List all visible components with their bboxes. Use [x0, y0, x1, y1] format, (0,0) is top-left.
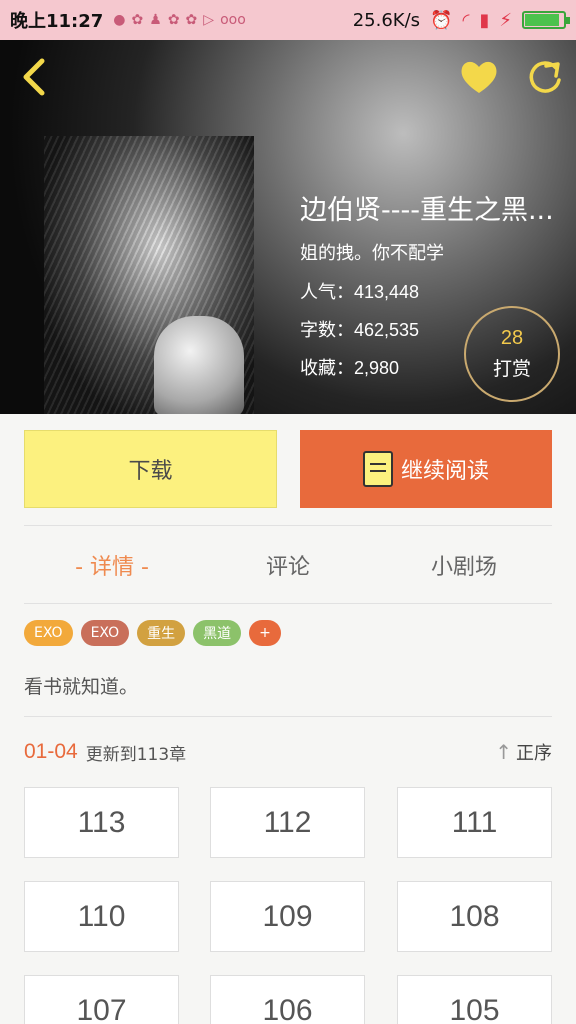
update-date: 01-04 — [24, 740, 78, 763]
tab-details[interactable]: - 详情 - — [24, 526, 200, 604]
book-author: 姐的拽。你不配学 — [300, 243, 444, 264]
word-count-value: 462,535 — [354, 320, 420, 340]
back-button[interactable] — [14, 56, 56, 98]
word-count-label: 字数： — [300, 320, 354, 340]
book-description: 看书就知道。 — [24, 676, 139, 698]
divider — [24, 603, 552, 604]
tag-underworld[interactable]: 黑道 — [193, 620, 242, 646]
status-bar: 晚上11:27 ● ✿ ♟ ✿ ✿ ▷ ooo 25.6K/s ⏰ ◜ ▮ ⚡ — [0, 0, 576, 40]
favorites-label: 收藏： — [300, 358, 354, 378]
charging-icon: ⚡ — [499, 9, 512, 31]
popularity-stat: 人气：413,448 — [300, 278, 562, 304]
chapter-cell[interactable]: 110 — [24, 881, 179, 952]
chapter-cell[interactable]: 112 — [210, 787, 365, 858]
popularity-label: 人气： — [300, 282, 354, 302]
book-icon — [362, 451, 393, 487]
popularity-value: 413,448 — [354, 282, 420, 302]
add-tag-button[interactable]: + — [249, 620, 281, 646]
alarm-icon: ⏰ — [430, 9, 453, 31]
update-status: 更新到113章 — [85, 744, 187, 765]
favorites-value: 2,980 — [354, 358, 400, 378]
share-button[interactable] — [524, 56, 566, 98]
chapter-cell[interactable]: 105 — [397, 975, 552, 1024]
notification-icon: ● — [113, 12, 126, 28]
network-speed: 25.6K/s — [352, 9, 421, 31]
reward-button[interactable]: 28 打赏 — [464, 306, 560, 402]
notification-icon: ✿ — [167, 12, 180, 28]
signal-icon: ▮ — [479, 9, 490, 31]
more-icon: ooo — [220, 12, 246, 28]
chapter-cell[interactable]: 111 — [397, 787, 552, 858]
book-cover-image — [44, 136, 254, 414]
chapter-header: 01-04 更新到113章 ↑ 正序 — [24, 736, 552, 768]
chapter-cell[interactable]: 107 — [24, 975, 179, 1024]
notification-icons: ● ✿ ♟ ✿ ✿ ▷ ooo — [113, 12, 245, 28]
tag-exo[interactable]: EXO — [80, 620, 130, 646]
notification-icon: ✿ — [131, 12, 144, 28]
arrow-up-icon: ↑ — [495, 740, 512, 764]
favorite-button[interactable] — [458, 56, 500, 98]
share-arrow-icon — [529, 61, 561, 93]
download-button[interactable]: 下载 — [24, 430, 277, 508]
chapter-cell[interactable]: 106 — [210, 975, 365, 1024]
continue-reading-label: 继续阅读 — [400, 459, 489, 484]
reward-count: 28 — [500, 327, 524, 349]
sort-order-label: 正序 — [516, 743, 552, 764]
tag-exo[interactable]: EXO — [24, 620, 73, 646]
chapter-cell[interactable]: 109 — [210, 881, 365, 952]
chapter-cell[interactable]: 108 — [397, 881, 552, 952]
chapter-cell[interactable]: 113 — [24, 787, 179, 858]
continue-reading-button[interactable]: 继续阅读 — [300, 430, 552, 508]
status-time: 晚上11:27 — [10, 11, 104, 32]
back-arrow-icon — [23, 58, 45, 96]
battery-level — [525, 14, 559, 26]
download-label: 下载 — [128, 459, 173, 484]
play-icon: ▷ — [203, 12, 215, 28]
battery-icon — [522, 11, 570, 29]
sort-order-button[interactable]: ↑ 正序 — [495, 739, 552, 765]
wifi-icon: ◜ — [462, 9, 470, 31]
divider — [24, 716, 552, 717]
reward-label: 打赏 — [492, 358, 531, 380]
tab-theater[interactable]: 小剧场 — [376, 526, 552, 604]
book-header: 边伯贤----重生之黑... 姐的拽。你不配学 人气：413,448 字数：46… — [0, 40, 576, 414]
heart-icon — [461, 61, 497, 93]
tab-bar: - 详情 - 评论 小剧场 — [24, 526, 552, 604]
notification-icon: ✿ — [185, 12, 198, 28]
book-title: 边伯贤----重生之黑... — [300, 195, 554, 226]
notification-icon: ♟ — [149, 12, 162, 28]
tab-comments[interactable]: 评论 — [200, 526, 376, 604]
tag-list: EXO EXO 重生 黑道 + — [24, 620, 281, 646]
tag-rebirth[interactable]: 重生 — [137, 620, 186, 646]
